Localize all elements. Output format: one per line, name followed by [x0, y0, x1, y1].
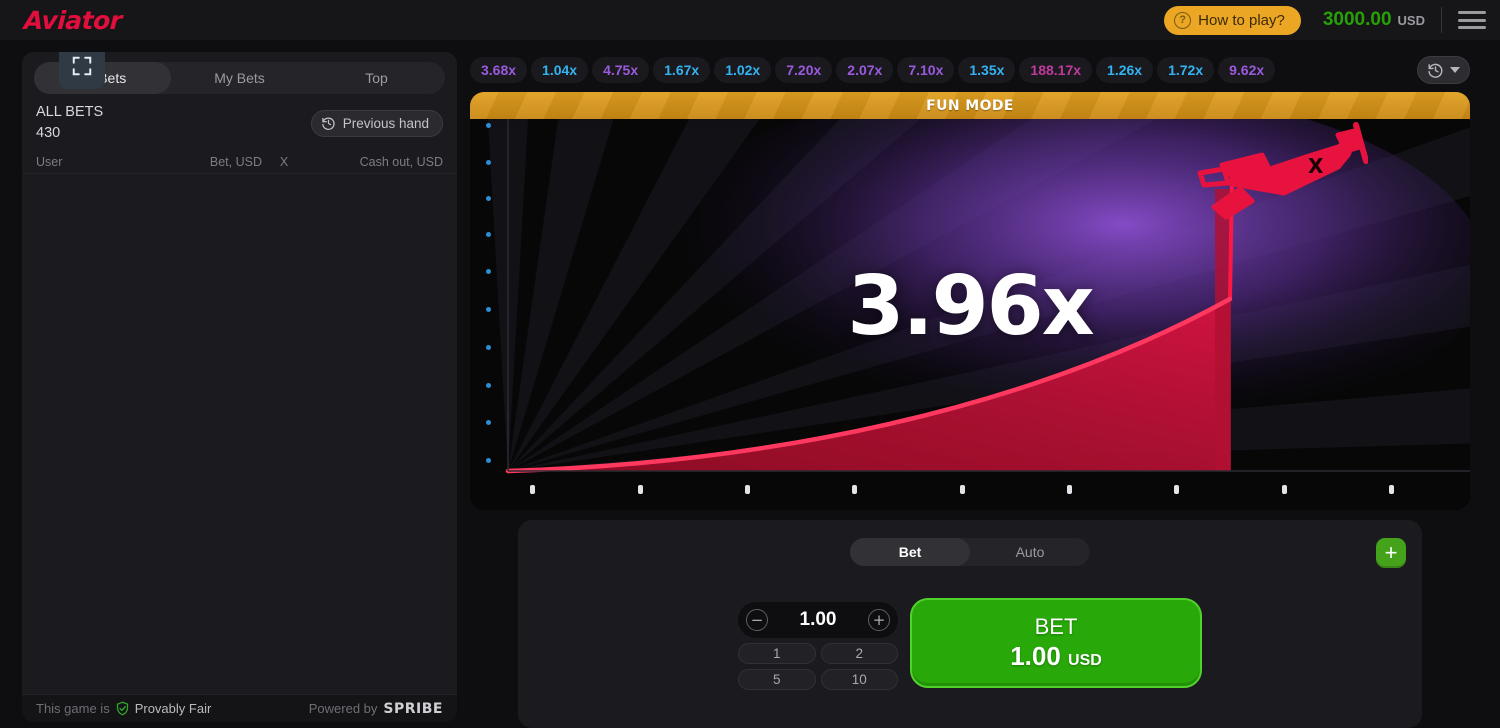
- tab-bet[interactable]: Bet: [850, 538, 970, 566]
- x-axis-tick: [1389, 485, 1394, 494]
- y-axis-tick: [486, 160, 491, 165]
- balance-currency: USD: [1397, 13, 1425, 28]
- y-axis-tick: [486, 383, 491, 388]
- flight-chart: 3.96x X: [470, 92, 1470, 510]
- history-toggle-button[interactable]: [1417, 56, 1470, 84]
- y-axis-tick: [486, 196, 491, 201]
- quick-amount-grid: 1 2 5 10: [738, 643, 898, 690]
- provably-fair-prefix: This game is: [36, 701, 110, 716]
- bet-button-label: BET: [1034, 614, 1078, 639]
- stake-controls: − 1.00 + 1 2 5 10: [738, 602, 898, 690]
- bet-panel: Bet Auto + − 1.00 + 1 2 5 10 BET 1.00 US…: [518, 520, 1422, 728]
- history-pill[interactable]: 9.62x: [1218, 57, 1276, 83]
- column-header-cashout: Cash out, USD: [359, 154, 443, 169]
- header-right-group: ? How to play? 3000.00 USD: [1164, 5, 1500, 35]
- y-axis-tick: [486, 232, 491, 237]
- history-pill[interactable]: 1.26x: [1096, 57, 1154, 83]
- aviator-app: Aviator ? How to play? 3000.00 USD All B…: [0, 0, 1500, 728]
- fun-mode-label: FUN MODE: [926, 97, 1014, 114]
- add-bet-button[interactable]: +: [1376, 538, 1406, 568]
- column-header-user: User: [36, 154, 63, 169]
- history-pill[interactable]: 1.67x: [653, 57, 711, 83]
- y-axis-tick: [486, 420, 491, 425]
- aviator-logo: Aviator: [23, 5, 123, 35]
- fun-mode-banner: FUN MODE: [470, 92, 1470, 119]
- tab-my-bets[interactable]: My Bets: [171, 62, 308, 94]
- how-to-play-button[interactable]: ? How to play?: [1164, 5, 1301, 35]
- x-axis-tick: [852, 485, 857, 494]
- previous-hand-label: Previous hand: [342, 115, 429, 131]
- plus-icon: +: [1384, 540, 1398, 565]
- provably-fair-label: Provably Fair: [134, 701, 212, 716]
- bets-table-header: User Bet, USD X Cash out, USD: [22, 150, 457, 175]
- stake-stepper: − 1.00 +: [738, 602, 898, 638]
- how-to-play-label: How to play?: [1198, 11, 1285, 29]
- x-axis-tick: [960, 485, 965, 494]
- bet-button-amount: 1.00: [1010, 641, 1061, 671]
- all-bets-header: ALL BETS 430 Previous hand: [22, 94, 457, 150]
- history-clock-icon: [321, 117, 335, 130]
- powered-by-label: Powered by: [308, 700, 378, 716]
- history-pill[interactable]: 7.10x: [897, 57, 955, 83]
- x-axis-tick: [745, 485, 750, 494]
- bet-button-amount-row: 1.00 USD: [1010, 641, 1102, 672]
- balance-amount: 3000.00: [1322, 9, 1392, 30]
- current-multiplier: 3.96x: [847, 259, 1094, 354]
- y-axis-tick: [486, 123, 491, 128]
- question-circle-icon: ?: [1174, 11, 1192, 29]
- tab-auto[interactable]: Auto: [970, 538, 1090, 566]
- quick-amount-1[interactable]: 1: [738, 643, 816, 664]
- balance-display: 3000.00 USD: [1323, 9, 1425, 31]
- spribe-logo: SPRIBE: [383, 700, 443, 717]
- powered-by-group: Powered by SPRIBE: [309, 701, 443, 717]
- history-pill[interactable]: 1.04x: [531, 57, 589, 83]
- tab-top[interactable]: Top: [308, 62, 445, 94]
- all-bets-label: ALL BETS: [36, 104, 104, 120]
- plus-circle-icon[interactable]: +: [867, 609, 890, 631]
- hamburger-menu-icon[interactable]: [1458, 9, 1486, 31]
- shield-check-icon: [116, 701, 128, 716]
- place-bet-button[interactable]: BET 1.00 USD: [910, 598, 1202, 688]
- x-axis-tick: [638, 485, 643, 494]
- history-pill[interactable]: 188.17x: [1019, 57, 1093, 83]
- bets-sidebar: All Bets My Bets Top ALL BETS 430 Previo…: [22, 52, 457, 722]
- stake-value[interactable]: 1.00: [800, 609, 837, 631]
- bets-table-body[interactable]: [22, 174, 457, 654]
- all-bets-count: 430: [36, 125, 61, 142]
- header-divider: [1441, 7, 1442, 33]
- x-axis-tick: [1067, 485, 1072, 494]
- previous-hand-button[interactable]: Previous hand: [310, 109, 443, 137]
- quick-amount-10[interactable]: 10: [820, 669, 898, 690]
- provably-fair-group[interactable]: This game is Provably Fair: [36, 701, 211, 716]
- history-pill[interactable]: 4.75x: [592, 57, 650, 83]
- y-axis-tick: [486, 458, 491, 463]
- history-pill[interactable]: 1.02x: [714, 57, 772, 83]
- fullscreen-expand-icon: [72, 56, 92, 76]
- history-pill[interactable]: 7.20x: [775, 57, 833, 83]
- history-pill[interactable]: 1.72x: [1157, 57, 1215, 83]
- history-pill[interactable]: 2.07x: [836, 57, 894, 83]
- column-header-multiplier: X: [279, 154, 289, 169]
- minus-circle-icon[interactable]: −: [746, 609, 768, 631]
- game-canvas-area: FUN MODE 3.96x X: [470, 92, 1470, 510]
- column-header-bet: Bet, USD: [209, 154, 262, 169]
- x-axis-tick: [1282, 485, 1287, 494]
- history-pill[interactable]: 3.68x: [470, 57, 528, 83]
- bet-mode-tabs: Bet Auto: [850, 538, 1090, 566]
- bet-button-currency: USD: [1068, 652, 1102, 669]
- all-bets-title: ALL BETS 430: [36, 102, 103, 144]
- x-axis-tick: [1174, 485, 1179, 494]
- app-header: Aviator ? How to play? 3000.00 USD: [0, 0, 1500, 40]
- quick-amount-5[interactable]: 5: [738, 669, 816, 690]
- sidebar-footer: This game is Provably Fair Powered by SP…: [22, 694, 457, 722]
- chevron-down-icon: [1450, 67, 1460, 73]
- fullscreen-toggle-button[interactable]: [59, 52, 105, 89]
- svg-text:X: X: [1308, 154, 1324, 178]
- airplane-icon: X: [1197, 122, 1368, 220]
- x-axis-tick: [530, 485, 535, 494]
- quick-amount-2[interactable]: 2: [820, 643, 898, 664]
- history-clock-icon: [1428, 63, 1443, 78]
- multiplier-history-bar: 3.68x 1.04x 4.75x 1.67x 1.02x 7.20x 2.07…: [470, 52, 1470, 88]
- history-pill[interactable]: 1.35x: [958, 57, 1016, 83]
